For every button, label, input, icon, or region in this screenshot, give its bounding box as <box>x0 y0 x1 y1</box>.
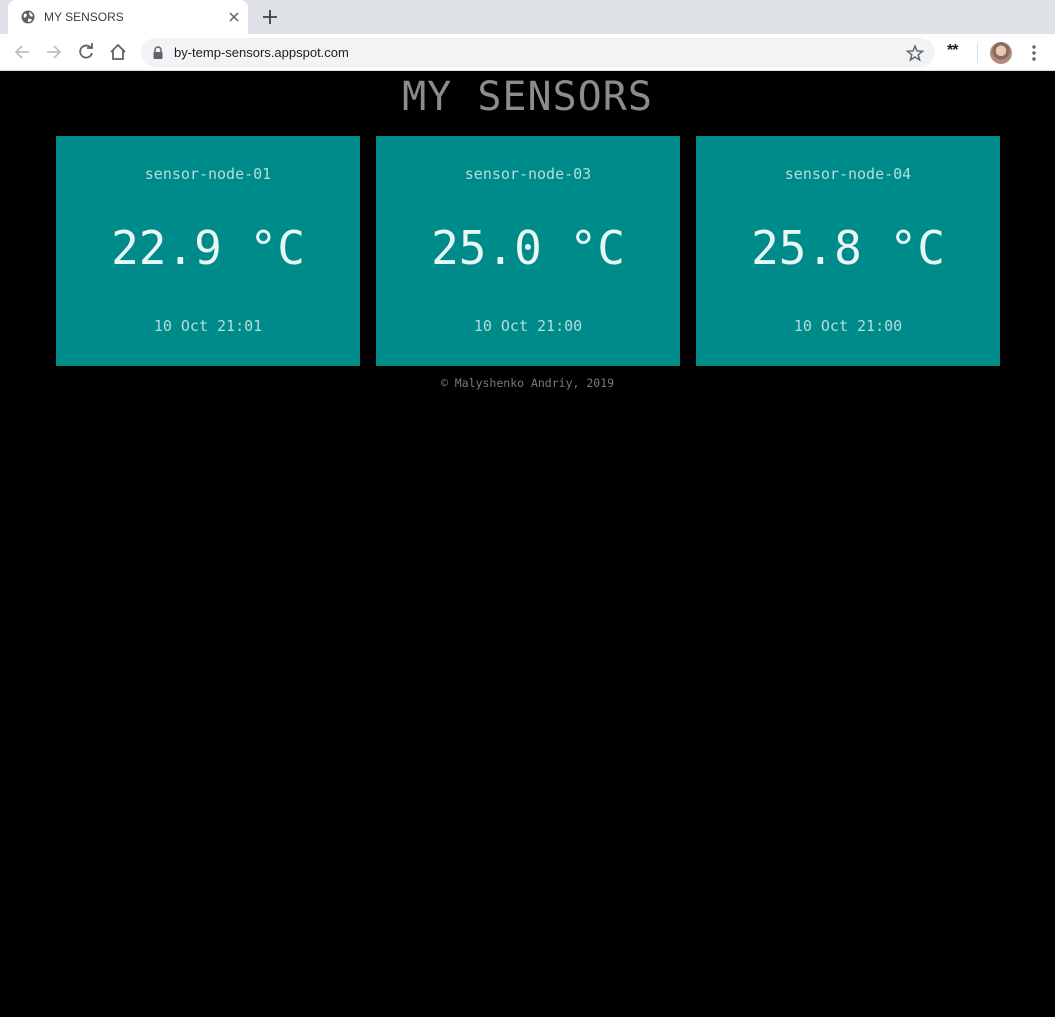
more-menu-icon[interactable] <box>1024 43 1044 63</box>
close-icon[interactable] <box>226 9 242 25</box>
home-icon[interactable] <box>108 42 128 62</box>
new-tab-icon[interactable] <box>260 7 280 27</box>
reload-icon[interactable] <box>76 42 96 62</box>
sensor-name: sensor-node-03 <box>464 165 592 183</box>
bookmark-star-icon[interactable] <box>906 44 924 62</box>
sensor-temperature: 25.0 °C <box>431 221 625 275</box>
browser-tab[interactable]: MY SENSORS <box>8 0 248 34</box>
toolbar-separator <box>977 43 978 63</box>
sensor-card: sensor-node-01 22.9 °C 10 Oct 21:01 <box>56 136 360 366</box>
page-content: MY SENSORS sensor-node-01 22.9 °C 10 Oct… <box>0 72 1055 1017</box>
sensor-name: sensor-node-04 <box>784 165 912 183</box>
sensor-temperature: 22.9 °C <box>111 221 305 275</box>
address-bar[interactable]: by-temp-sensors.appspot.com <box>141 38 935 67</box>
lock-icon[interactable] <box>152 46 164 59</box>
extension-button[interactable]: ** <box>947 42 958 60</box>
url-text[interactable]: by-temp-sensors.appspot.com <box>174 45 349 60</box>
sensor-timestamp: 10 Oct 21:01 <box>153 317 263 335</box>
forward-icon[interactable] <box>44 42 64 62</box>
tab-bar: MY SENSORS <box>0 0 1055 34</box>
sensor-timestamp: 10 Oct 21:00 <box>793 317 903 335</box>
sensor-card: sensor-node-03 25.0 °C 10 Oct 21:00 <box>376 136 680 366</box>
browser-toolbar: by-temp-sensors.appspot.com ** <box>0 34 1055 71</box>
tab-title: MY SENSORS <box>44 10 124 24</box>
profile-avatar[interactable] <box>990 42 1012 64</box>
sensor-card: sensor-node-04 25.8 °C 10 Oct 21:00 <box>696 136 1000 366</box>
back-icon[interactable] <box>12 42 32 62</box>
globe-icon <box>21 10 35 24</box>
sensor-temperature: 25.8 °C <box>751 221 945 275</box>
copyright-footer: © Malyshenko Andriy, 2019 <box>440 376 615 390</box>
sensor-timestamp: 10 Oct 21:00 <box>473 317 583 335</box>
sensor-name: sensor-node-01 <box>144 165 272 183</box>
page-title: MY SENSORS <box>402 74 653 120</box>
